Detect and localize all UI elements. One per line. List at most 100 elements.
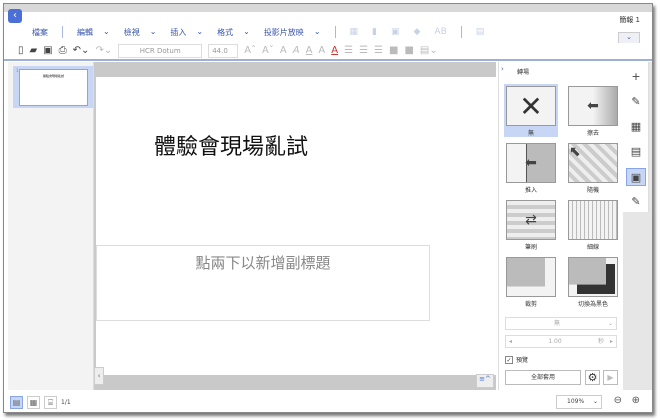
checkmark-icon: ✓	[505, 355, 513, 364]
bold-icon[interactable]: A	[280, 45, 287, 56]
page-indicator: 1/1	[61, 398, 71, 406]
zoom-select[interactable]: 109% ⌄	[556, 395, 602, 409]
image-icon[interactable]: ▣	[391, 27, 400, 37]
font-select[interactable]: HCR Dotum	[118, 43, 203, 58]
shadow-icon[interactable]: A	[318, 45, 325, 56]
lines-icon	[568, 200, 618, 240]
transition-grid: ✕ 無 ⬅ 擦去 ⬅ 推入 ⬉ 隨機 ⇄ 筆刷 細線 裁剪 切換為黑色	[504, 84, 620, 310]
effect-select[interactable]: 無 ⌄	[505, 317, 617, 330]
menu-insert[interactable]: 插入 ⌄	[170, 27, 203, 38]
underline-icon[interactable]: A	[306, 45, 313, 56]
preview-checkbox[interactable]: ✓ 預覽	[505, 355, 528, 364]
menu-bar: 檔案 編輯 ⌄ 檢視 ⌄ 插入 ⌄ 格式 ⌄ 投影片放映 ⌄ ▦ ▮ ▣ ◆ AB ▤	[32, 26, 484, 38]
close-icon: ✕	[506, 86, 556, 126]
side-tab-bar: + ✎ ▦ ▤ ▣ ✎	[623, 62, 652, 390]
transition-random[interactable]: ⬉ 隨機	[566, 141, 620, 194]
plus-icon[interactable]: +	[626, 68, 646, 86]
slide-sorter-icon[interactable]: ▦	[27, 395, 40, 409]
increment-icon[interactable]: ▸	[610, 336, 616, 347]
normal-view-icon[interactable]: ▤	[10, 395, 23, 409]
align-left-icon[interactable]: ☰	[344, 45, 353, 56]
align-center-icon[interactable]: ☰	[359, 45, 368, 56]
menu-view[interactable]: 檢視 ⌄	[124, 27, 157, 38]
chevron-down-icon: ⌄	[607, 320, 613, 327]
transition-label: 無	[527, 130, 534, 137]
distribute-icon[interactable]: ■	[404, 45, 413, 56]
gear-icon[interactable]: ⚙	[585, 370, 600, 385]
undo-icon[interactable]: ↶⌄	[73, 45, 90, 56]
chart-icon[interactable]: ▮	[372, 27, 377, 37]
slide-design-icon[interactable]: ▤	[626, 143, 646, 161]
redo-icon[interactable]: ↷⌄	[95, 45, 112, 56]
font-size-select[interactable]: 44.0	[208, 43, 239, 58]
zoom-out-icon[interactable]: ⊖	[614, 395, 622, 406]
transition-none[interactable]: ✕ 無	[504, 84, 558, 137]
menu-slideshow[interactable]: 投影片放映 ⌄	[264, 27, 321, 38]
side-tab-group: + ✎ ▦ ▤ ▣ ✎	[623, 62, 649, 212]
slide[interactable]: 體驗會現場亂試 點兩下以新增副標題	[96, 77, 496, 375]
transition-fade-black[interactable]: 切換為黑色	[566, 255, 620, 308]
chevron-down-icon: ⌄	[196, 26, 204, 36]
transition-label: 細線	[586, 244, 599, 251]
table-icon[interactable]: ▦	[350, 27, 359, 37]
presentation-icon[interactable]: ⌸	[44, 395, 57, 409]
grow-font-icon[interactable]: Aˆ	[244, 45, 256, 56]
play-icon[interactable]: ▶	[603, 370, 618, 385]
back-button[interactable]: ‹	[8, 9, 22, 23]
duration-stepper[interactable]: ◂ 1.00 ▸ 秒	[505, 335, 617, 348]
app-window: ‹ 簡報 1 檔案 編輯 ⌄ 檢視 ⌄ 插入 ⌄ 格式 ⌄ 投影片放映 ⌄ ▦ ▮ ▣ ◆ AB …	[3, 3, 653, 413]
menu-format[interactable]: 格式 ⌄	[217, 27, 250, 38]
transition-push[interactable]: ⬅ 推入	[504, 141, 558, 194]
menu-format-label: 格式	[217, 27, 234, 37]
subtitle-placeholder[interactable]: 點兩下以新增副標題	[96, 245, 430, 321]
duration-unit: 秒	[597, 338, 604, 345]
textart-icon[interactable]: AB	[434, 27, 446, 37]
chevron-down-icon: ⌄	[313, 26, 321, 36]
transition-lines[interactable]: 細線	[566, 198, 620, 251]
menu-file[interactable]: 檔案	[32, 27, 48, 38]
italic-icon[interactable]: A	[293, 45, 300, 56]
chevron-down-icon: ⌄	[103, 26, 110, 36]
chevron-down-icon: ⌄	[149, 26, 157, 36]
edit-icon[interactable]: ✎	[626, 93, 646, 111]
transition-icon[interactable]: ▣	[626, 168, 646, 186]
notes-toggle-button[interactable]: ≡^	[476, 374, 494, 388]
transition-label: 擦去	[586, 130, 599, 137]
menu-edit-label: 編輯	[77, 27, 93, 37]
chevron-right-icon[interactable]: ›	[501, 65, 504, 73]
shrink-font-icon[interactable]: Aˇ	[262, 45, 274, 56]
print-icon[interactable]: ⎙	[59, 45, 67, 56]
decrement-icon[interactable]: ◂	[506, 336, 512, 347]
divider	[62, 26, 63, 38]
toolbar: ▯ ▰ ▣ ⎙ ↶⌄ ↷⌄ HCR Dotum 44.0 Aˆ Aˇ A A A A A ☰ ☰ ☰ ■ ■…	[4, 42, 652, 61]
slide-title[interactable]: 體驗會現場亂試	[154, 129, 308, 161]
transition-crop[interactable]: 裁剪	[504, 255, 558, 308]
zoom-value: 109%	[567, 398, 585, 405]
save-icon[interactable]: ▣	[43, 45, 52, 56]
arrow-up-left-icon: ⬉	[568, 143, 618, 183]
transition-label: 推入	[524, 187, 537, 194]
transition-brush[interactable]: ⇄ 筆刷	[504, 198, 558, 251]
shape-icon[interactable]: ◆	[414, 27, 421, 37]
divider	[460, 26, 462, 38]
textbox-icon[interactable]: ▤	[476, 27, 485, 37]
align-right-icon[interactable]: ☰	[374, 45, 383, 56]
transition-label: 切換為黑色	[577, 301, 608, 308]
new-icon[interactable]: ▯	[18, 45, 24, 56]
font-color-icon[interactable]: A	[331, 45, 338, 56]
layout-icon[interactable]: ▦	[626, 118, 646, 136]
transition-panel: › 轉場 ✕ 無 ⬅ 擦去 ⬅ 推入 ⬉ 隨機 ⇄ 筆刷 細線 裁剪 切換為黑色 無 ⌄ …	[498, 62, 623, 390]
crop-icon	[506, 257, 556, 297]
zoom-in-icon[interactable]: ⊕	[632, 395, 640, 406]
apply-all-button[interactable]: 全部套用	[505, 370, 581, 385]
open-folder-icon[interactable]: ▰	[30, 45, 38, 56]
line-spacing-icon[interactable]: ▤⌄	[420, 45, 438, 56]
panel-title: 轉場	[517, 69, 530, 76]
collapse-thumbnails-button[interactable]: ‹	[94, 367, 104, 385]
menu-edit[interactable]: 編輯 ⌄	[77, 27, 110, 38]
notes-icon[interactable]: ✎	[626, 193, 646, 211]
transition-wipe[interactable]: ⬅ 擦去	[566, 84, 620, 137]
justify-icon[interactable]: ■	[389, 45, 398, 56]
slide-thumbnail[interactable]: 體驗會現場亂試	[19, 69, 88, 106]
effect-value: 無	[553, 320, 560, 327]
